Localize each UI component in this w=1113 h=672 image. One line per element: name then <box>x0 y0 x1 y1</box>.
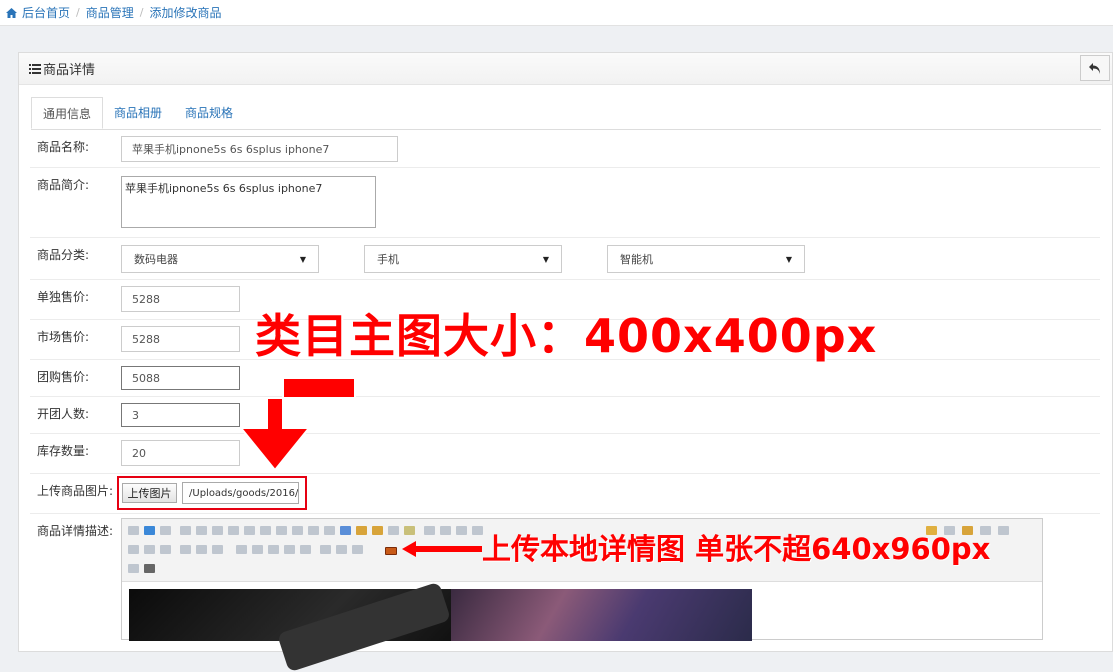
strikethrough-icon[interactable] <box>228 526 239 535</box>
tab-album[interactable]: 商品相册 <box>103 97 173 129</box>
upload-image-button[interactable]: 上传图片 <box>122 483 177 503</box>
pasteplain-icon[interactable] <box>324 526 335 535</box>
goods-name-input[interactable]: 苹果手机ipnone5s 6s 6splus iphone7 <box>121 136 398 162</box>
list-icon <box>29 63 41 74</box>
category-1-value: 数码电器 <box>134 253 178 266</box>
tab-spec[interactable]: 商品规格 <box>174 97 244 129</box>
clear-doc-icon[interactable] <box>356 526 367 535</box>
eraser-icon[interactable] <box>388 526 399 535</box>
code-icon[interactable] <box>308 526 319 535</box>
link-icon[interactable] <box>180 545 191 554</box>
undo-icon <box>1089 62 1101 74</box>
group-price-input[interactable]: 5088 <box>121 366 240 390</box>
annotation-detail-image-size: 上传本地详情图 单张不超640x960px <box>482 532 991 566</box>
tab-bar: 通用信息 商品相册 商品规格 <box>31 97 1101 130</box>
time-icon[interactable] <box>268 545 279 554</box>
date-icon[interactable] <box>252 545 263 554</box>
annotation-main-image-size: 类目主图大小：400x400px <box>255 309 878 363</box>
attachment-icon[interactable] <box>998 526 1009 535</box>
breadcrumb-section-link[interactable]: 商品管理 <box>86 4 134 21</box>
breadcrumb-separator: / <box>76 6 80 19</box>
insert-col-icon[interactable] <box>336 545 347 554</box>
market-price-input[interactable]: 5288 <box>121 326 240 352</box>
brush-icon[interactable] <box>372 526 383 535</box>
undo-icon[interactable] <box>144 526 155 535</box>
dropdown-arrow-icon: ▼ <box>299 254 306 264</box>
justify-left-icon[interactable] <box>144 545 155 554</box>
font-color-icon[interactable] <box>424 526 435 535</box>
table-icon[interactable] <box>300 545 311 554</box>
category-select-2[interactable]: 手机 ▼ <box>364 245 562 273</box>
detail-image-phone <box>129 581 452 672</box>
unlink-icon[interactable] <box>196 545 207 554</box>
breadcrumb-separator: / <box>139 6 144 19</box>
merge-cells-icon[interactable] <box>352 545 363 554</box>
category-select-1[interactable]: 数码电器 ▼ <box>121 245 319 273</box>
image-label: 上传商品图片: <box>37 484 114 498</box>
single-price-label: 单独售价: <box>37 290 90 304</box>
category-2-value: 手机 <box>377 253 399 266</box>
bold-icon[interactable] <box>180 526 191 535</box>
goods-intro-textarea[interactable]: 苹果手机ipnone5s 6s 6splus iphone7 <box>121 176 376 228</box>
source-icon[interactable] <box>128 526 139 535</box>
back-button[interactable] <box>1080 55 1110 81</box>
tab-general[interactable]: 通用信息 <box>31 97 104 129</box>
blockquote-icon[interactable] <box>292 526 303 535</box>
category-3-value: 智能机 <box>620 253 653 266</box>
panel-title: 商品详情 <box>43 63 96 78</box>
select-all-icon[interactable] <box>340 526 351 535</box>
underline-icon[interactable] <box>212 526 223 535</box>
spechars-icon[interactable] <box>284 545 295 554</box>
italic-icon[interactable] <box>196 526 207 535</box>
category-select-3[interactable]: 智能机 ▼ <box>607 245 805 273</box>
phone-shape <box>276 581 452 672</box>
indent-icon[interactable] <box>128 545 139 554</box>
name-label: 商品名称: <box>37 140 90 154</box>
preview-icon[interactable] <box>404 526 415 535</box>
group-size-label: 开团人数: <box>37 407 90 421</box>
detail-image-game <box>451 589 752 641</box>
format-icon[interactable] <box>276 526 287 535</box>
upload-highlight-box: 上传图片 /Uploads/goods/2016/1 <box>117 476 307 510</box>
search-replace-icon[interactable] <box>128 564 139 573</box>
breadcrumb: 后台首页 / 商品管理 / 添加修改商品 <box>0 0 1113 26</box>
market-price-label: 市场售价: <box>37 330 90 344</box>
single-price-input[interactable]: 5288 <box>121 286 240 312</box>
image-path-input[interactable]: /Uploads/goods/2016/1 <box>182 482 299 504</box>
justify-center-icon[interactable] <box>160 545 171 554</box>
intro-label: 商品简介: <box>37 178 90 192</box>
dropdown-arrow-icon: ▼ <box>542 254 549 264</box>
home-icon[interactable] <box>6 7 17 18</box>
insert-image-icon[interactable] <box>385 547 397 555</box>
list-ordered-icon[interactable] <box>456 526 467 535</box>
breadcrumb-current: 添加修改商品 <box>149 6 222 20</box>
category-label: 商品分类: <box>37 248 90 262</box>
redo-icon[interactable] <box>160 526 171 535</box>
superscript-icon[interactable] <box>244 526 255 535</box>
background-color-icon[interactable] <box>440 526 451 535</box>
insert-row-icon[interactable] <box>320 545 331 554</box>
group-size-input[interactable]: 3 <box>121 403 240 427</box>
stock-input[interactable]: 20 <box>121 440 240 466</box>
detail-label: 商品详情描述: <box>37 524 114 538</box>
dropdown-arrow-icon: ▼ <box>785 254 792 264</box>
anchor-icon[interactable] <box>212 545 223 554</box>
breadcrumb-home-link[interactable]: 后台首页 <box>22 4 70 21</box>
stock-label: 库存数量: <box>37 444 90 458</box>
subscript-icon[interactable] <box>260 526 271 535</box>
panel-header: 商品详情 <box>19 53 1112 85</box>
annotation-down-arrow <box>238 377 356 472</box>
print-icon[interactable] <box>144 564 155 573</box>
group-price-label: 团购售价: <box>37 370 90 384</box>
annotation-left-arrow <box>402 541 482 557</box>
horizontal-rule-icon[interactable] <box>236 545 247 554</box>
